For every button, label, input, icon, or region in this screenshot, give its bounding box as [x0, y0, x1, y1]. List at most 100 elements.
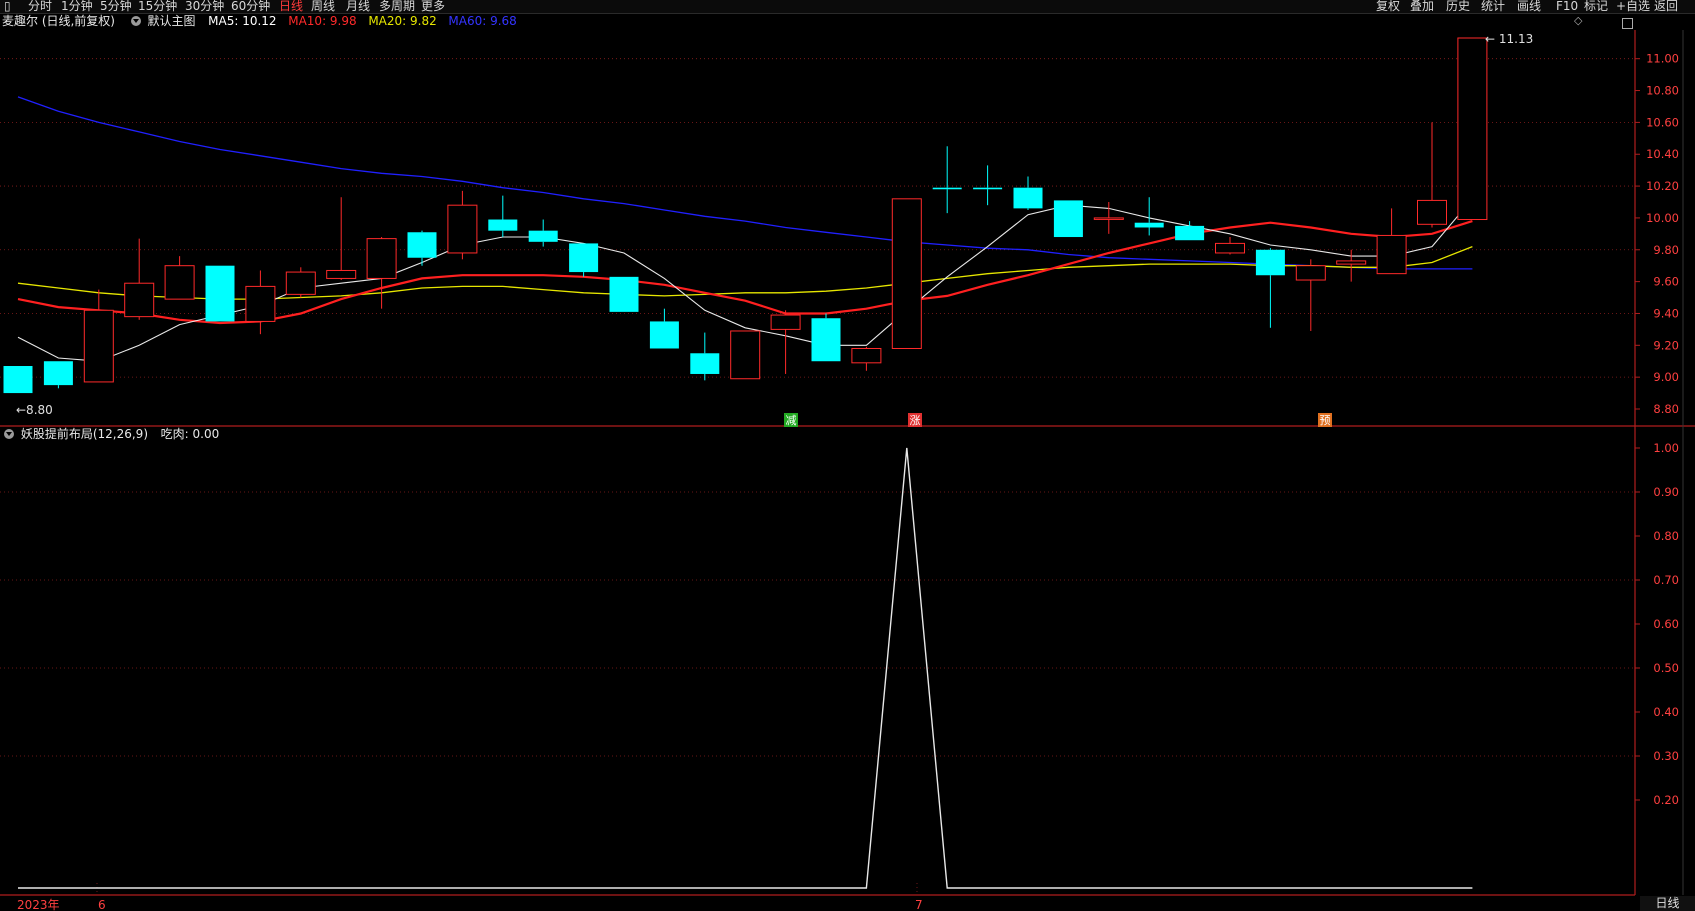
candle-3	[124, 238, 155, 320]
ind-tick-label-2: 0.80	[1653, 529, 1679, 543]
candle-7	[285, 267, 316, 298]
candle-body-17	[690, 353, 720, 374]
candle-27	[1093, 202, 1124, 234]
candle-35	[1417, 122, 1447, 228]
moving-average-lines	[17, 96, 1473, 362]
ind-tick-label-1: 0.90	[1653, 485, 1679, 499]
candle-17	[690, 332, 720, 381]
candle-body-11	[447, 204, 478, 254]
main-tick-label-6: 9.80	[1653, 243, 1679, 257]
candle-5	[205, 265, 235, 322]
signal-1: 涨	[908, 413, 922, 427]
main-tick-1: 10.80	[1635, 84, 1679, 98]
candle-body-31	[1255, 249, 1285, 276]
candle-body-14	[569, 243, 599, 273]
signal-2: 预	[1318, 413, 1332, 427]
ind-tick-1: 0.90	[1635, 485, 1679, 499]
main-tick-label-4: 10.20	[1646, 179, 1679, 193]
main-tick-5: 10.00	[1635, 211, 1679, 225]
candle-12	[488, 195, 518, 238]
candle-0	[3, 366, 33, 394]
x-label-1: 6	[98, 898, 106, 911]
main-tick-label-5: 10.00	[1646, 211, 1679, 225]
candle-22	[891, 198, 922, 349]
candle-body-18	[730, 330, 761, 380]
ind-tick-label-0: 1.00	[1653, 441, 1679, 455]
candle-body-33	[1336, 260, 1367, 265]
low-marker-text: ←8.80	[16, 403, 53, 417]
candle-body-30	[1215, 242, 1245, 254]
candle-2	[83, 289, 114, 383]
candle-body-8	[326, 269, 357, 279]
candle-body-24	[973, 187, 1003, 190]
x-label-2: 7	[915, 898, 923, 911]
candle-body-21	[851, 347, 882, 364]
main-tick-8: 9.40	[1635, 306, 1679, 320]
candle-body-5	[205, 265, 235, 322]
candle-body-19	[770, 314, 801, 330]
high-marker-text: ← 11.13	[1485, 32, 1533, 46]
signal-text-0: 减	[786, 414, 797, 427]
candle-body-3	[124, 282, 155, 318]
candle-body-25	[1013, 187, 1043, 209]
y-axes: 11.00 10.80 10.60 10.40 10.20 10.00 9.80 9.60 9.…	[1635, 52, 1679, 807]
candle-32	[1295, 259, 1326, 331]
candle-24	[973, 165, 1003, 206]
candle-18	[730, 330, 761, 380]
signal-text-2: 预	[1320, 414, 1331, 427]
candle-9	[366, 237, 397, 309]
ind-tick-7: 0.30	[1635, 749, 1679, 763]
candle-body-7	[285, 271, 316, 295]
stock-chart[interactable]: ← 11.13 ←8.80 减 涨 预 11.00 10.80 10.60 10.40 10.2…	[0, 0, 1695, 911]
price-markers: ← 11.13 ←8.80 减 涨 预	[16, 32, 1533, 427]
candle-23	[932, 146, 962, 214]
candle-20	[811, 313, 841, 362]
candle-1	[43, 361, 73, 389]
candle-15	[609, 276, 639, 312]
main-tick-3: 10.40	[1635, 147, 1679, 161]
candle-body-16	[649, 321, 679, 349]
main-tick-2: 10.60	[1635, 115, 1679, 129]
candle-36	[1457, 37, 1488, 221]
candle-13	[528, 219, 558, 247]
ma10-line	[17, 220, 1473, 325]
candle-25	[1013, 176, 1043, 210]
candle-34	[1376, 208, 1407, 275]
candlesticks	[3, 37, 1488, 394]
candle-body-2	[83, 309, 114, 383]
ma20-line	[17, 245, 1473, 300]
candle-body-22	[891, 198, 922, 349]
main-tick-label-7: 9.60	[1653, 275, 1679, 289]
main-tick-label-2: 10.60	[1646, 115, 1679, 129]
candle-body-26	[1053, 200, 1083, 238]
main-tick-9: 9.20	[1635, 338, 1679, 352]
candle-14	[569, 243, 599, 277]
x-axis: 2023年 6 7	[17, 898, 923, 911]
ind-tick-label-3: 0.70	[1653, 573, 1679, 587]
candle-8	[326, 197, 357, 281]
candle-21	[851, 346, 882, 371]
candle-body-10	[407, 232, 437, 258]
candle-31	[1255, 248, 1285, 328]
candle-19	[770, 310, 801, 374]
candle-body-35	[1417, 199, 1447, 225]
main-tick-6: 9.80	[1635, 243, 1679, 257]
ind-tick-3: 0.70	[1635, 573, 1679, 587]
main-tick-label-10: 9.00	[1653, 370, 1679, 384]
x-label-0: 2023年	[17, 898, 60, 911]
main-tick-11: 8.80	[1635, 402, 1679, 416]
candle-body-36	[1457, 37, 1488, 221]
candle-body-1	[43, 361, 73, 386]
main-tick-4: 10.20	[1635, 179, 1679, 193]
ind-tick-label-6: 0.40	[1653, 705, 1679, 719]
candle-10	[407, 230, 437, 266]
candle-16	[649, 308, 679, 349]
main-tick-label-11: 8.80	[1653, 402, 1679, 416]
candle-body-20	[811, 318, 841, 362]
grid-lines	[0, 58, 1635, 895]
candle-body-29	[1175, 225, 1205, 241]
candle-4	[164, 256, 195, 300]
candle-body-6	[245, 285, 276, 322]
candle-body-27	[1093, 217, 1124, 220]
ind-tick-label-8: 0.20	[1653, 793, 1679, 807]
